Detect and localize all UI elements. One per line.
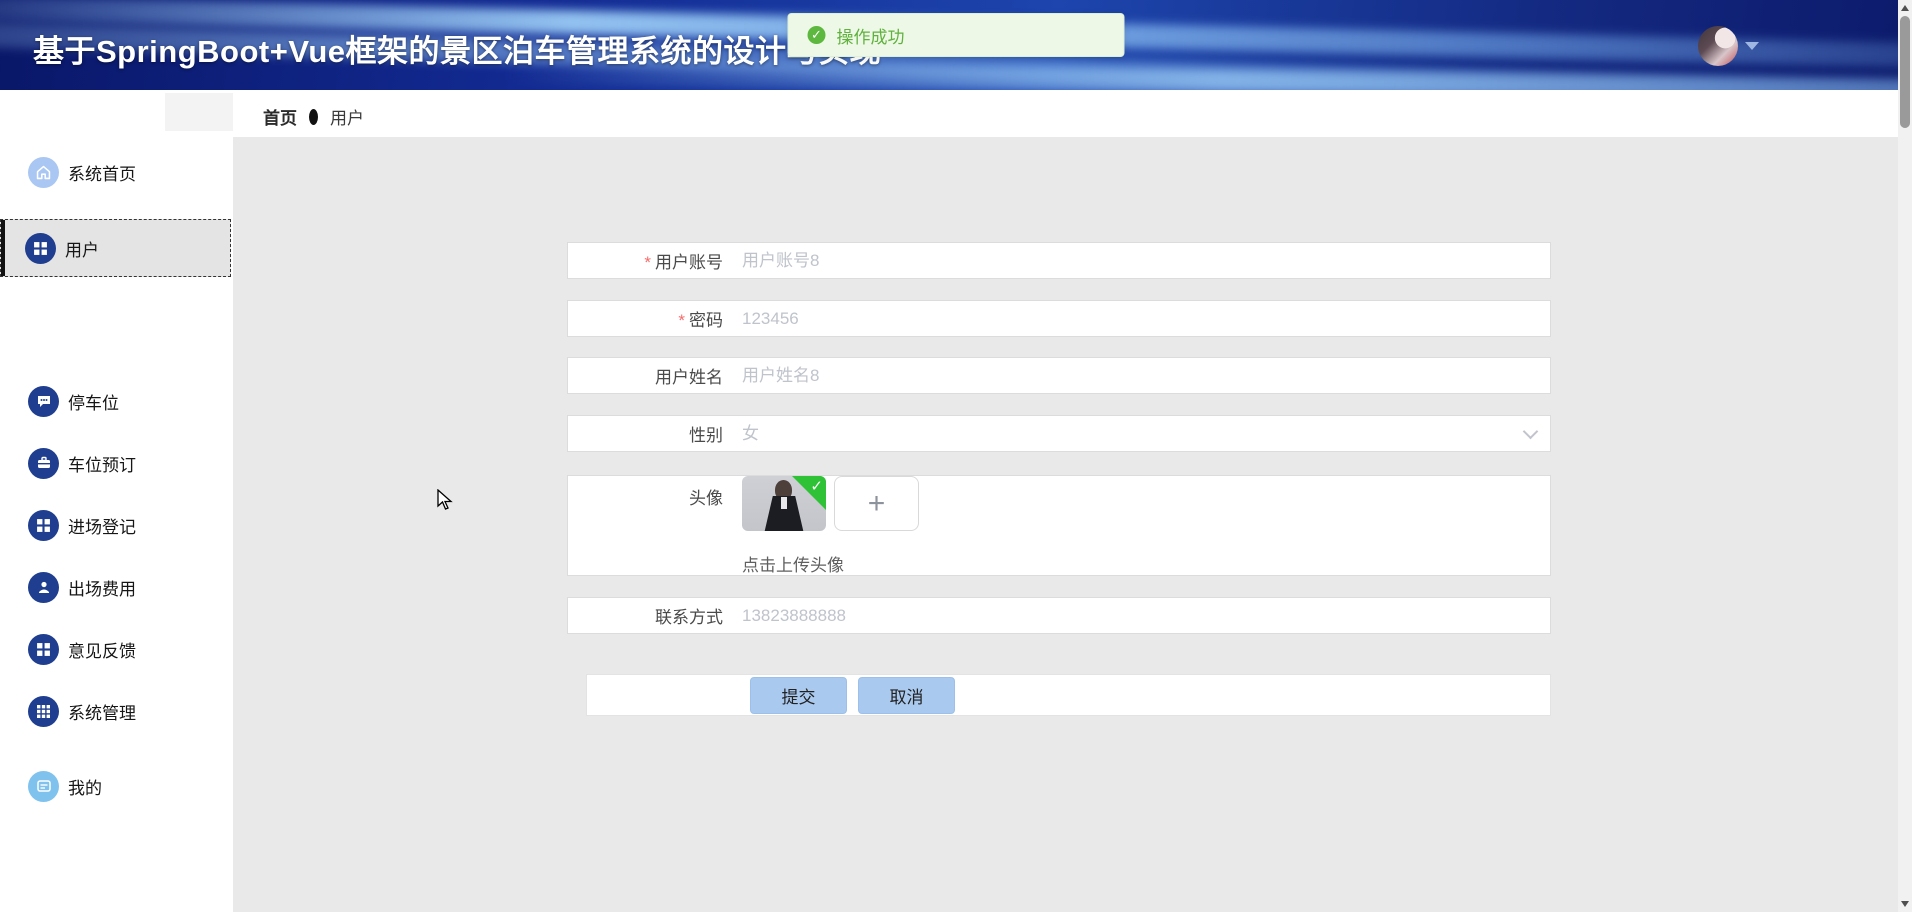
contact-input[interactable] (742, 605, 1510, 626)
form-row-contact: 联系方式 (567, 597, 1551, 634)
scroll-down-icon[interactable] (1901, 901, 1909, 907)
sidebar-item-label: 意见反馈 (68, 641, 136, 661)
sidebar-item-feedback[interactable]: 意见反馈 (0, 620, 233, 678)
home-icon (28, 156, 59, 188)
field-label: * 密码 (678, 311, 723, 330)
required-mark: * (644, 253, 651, 272)
grid9-icon (28, 695, 59, 727)
upload-hint: 点击上传头像 (742, 556, 844, 575)
sidebar-item-label: 车位预订 (68, 455, 136, 475)
gender-select[interactable] (742, 423, 1510, 444)
field-label: 性别 (689, 426, 723, 445)
sidebar-item-label: 我的 (68, 778, 102, 798)
breadcrumb-separator-icon (309, 108, 318, 125)
user-icon (28, 571, 59, 603)
user-avatar[interactable] (1698, 26, 1738, 66)
form-row-gender: 性别 (567, 415, 1551, 452)
sidebar-item-label: 停车位 (68, 393, 119, 413)
form-row-account: * 用户账号 (567, 242, 1551, 279)
scroll-up-icon[interactable] (1901, 5, 1909, 11)
plus-icon: + (867, 486, 886, 520)
account-input[interactable] (742, 250, 1510, 271)
chat-icon (28, 385, 59, 417)
check-icon: ✓ (810, 478, 823, 495)
field-label: 联系方式 (655, 608, 723, 627)
field-label: 头像 (689, 489, 723, 508)
form-row-password: * 密码 (567, 300, 1551, 337)
username-input[interactable] (742, 365, 1510, 386)
sidebar-item-label: 出场费用 (68, 579, 136, 599)
breadcrumb-home[interactable]: 首页 (263, 104, 297, 129)
thumb-person-shirt (781, 497, 787, 509)
form-row-avatar: 头像 ✓ + 点击上传头像 (567, 475, 1551, 576)
sidebar-top-shade (165, 93, 233, 131)
avatar-thumbnail[interactable]: ✓ (742, 476, 826, 531)
upload-plus-button[interactable]: + (834, 476, 919, 531)
breadcrumb-bar: 首页 用户 (233, 90, 1912, 137)
grid-icon (25, 232, 56, 264)
sidebar-item-label: 进场登记 (68, 517, 136, 537)
toast-message: 操作成功 (836, 27, 905, 47)
success-toast: ✓ 操作成功 (787, 13, 1125, 57)
success-check-icon: ✓ (807, 26, 826, 44)
sidebar-item-label: 系统管理 (68, 703, 136, 723)
submit-button[interactable]: 提交 (750, 676, 847, 714)
sidebar-item-reservation[interactable]: 车位预订 (0, 434, 233, 492)
grid-icon (28, 633, 59, 665)
password-input[interactable] (742, 308, 1510, 329)
sidebar-item-mine[interactable]: 我的 (0, 757, 233, 815)
field-label: * 用户账号 (644, 253, 723, 272)
breadcrumb: 首页 用户 (263, 104, 364, 129)
card-icon (28, 770, 59, 802)
sidebar-item-system-manage[interactable]: 系统管理 (0, 682, 233, 740)
required-mark: * (678, 311, 685, 330)
form-row-username: 用户姓名 (567, 357, 1551, 394)
sidebar-item-label: 用户 (65, 240, 99, 260)
page-title: 基于SpringBoot+Vue框架的景区泊车管理系统的设计与实现 (33, 34, 882, 69)
sidebar-item-home[interactable]: 系统首页 (0, 143, 233, 201)
caret-down-icon[interactable] (1745, 42, 1759, 50)
sidebar-item-parking-space[interactable]: 停车位 (0, 372, 233, 430)
form-actions-bar: 提交 取消 (586, 674, 1551, 716)
briefcase-icon (28, 447, 59, 479)
sidebar-item-entry-register[interactable]: 进场登记 (0, 496, 233, 554)
grid-icon (28, 509, 59, 541)
breadcrumb-current: 用户 (330, 109, 364, 128)
sidebar-item-label: 系统首页 (68, 164, 136, 184)
sidebar-item-users[interactable]: 用户 (0, 219, 231, 277)
vertical-scrollbar[interactable] (1898, 0, 1912, 912)
cancel-button[interactable]: 取消 (858, 676, 955, 714)
sidebar: 系统首页 用户 停车位 车位预订 进场登记 出场费用 意见反馈 系统管理 我的 (0, 90, 233, 912)
sidebar-item-exit-fee[interactable]: 出场费用 (0, 558, 233, 616)
field-label: 用户姓名 (655, 368, 723, 387)
scrollbar-thumb[interactable] (1900, 16, 1910, 128)
chevron-down-icon[interactable] (1522, 423, 1539, 439)
